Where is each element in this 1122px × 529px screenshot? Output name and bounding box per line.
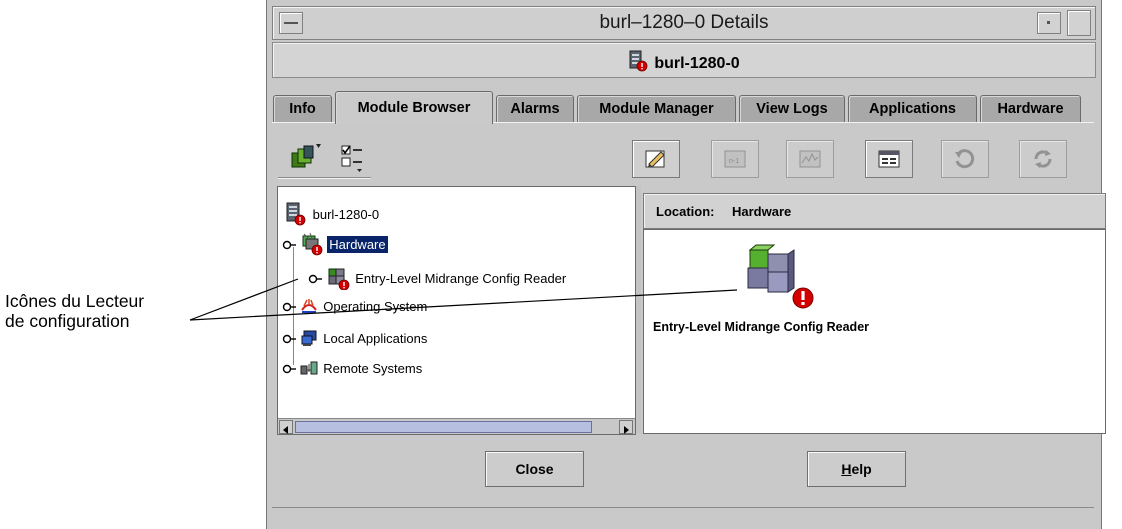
host-name: burl-1280-0: [654, 55, 740, 72]
tree-item-local-applications[interactable]: Local Applications: [282, 329, 429, 351]
edit-button[interactable]: [632, 140, 680, 178]
tree-item-remote-systems[interactable]: Remote Systems: [282, 360, 424, 380]
scroll-right-button[interactable]: [619, 420, 633, 434]
window-icon: [878, 150, 900, 168]
callout-line-1: Icônes du Lecteur: [5, 291, 145, 311]
tab-hardware[interactable]: Hardware: [980, 95, 1081, 123]
table-icon: n-1: [724, 150, 746, 168]
expand-handle-icon[interactable]: [282, 363, 296, 379]
view-options-icon[interactable]: [288, 140, 324, 174]
tree-horizontal-scrollbar[interactable]: [278, 418, 635, 434]
checklist-icon[interactable]: [338, 142, 370, 174]
window-maximize-button[interactable]: [1067, 10, 1091, 36]
tree-item-label: Local Applications: [323, 331, 428, 346]
module-icon: [326, 266, 350, 294]
refresh-button[interactable]: [941, 140, 989, 178]
hardware-icon: [300, 232, 324, 260]
location-label: Location:: [656, 204, 715, 219]
tree-root-label: burl-1280-0: [312, 207, 380, 222]
sync-button[interactable]: [1019, 140, 1067, 178]
tree-root[interactable]: burl-1280-0: [285, 202, 381, 230]
location-bar: Location: Hardware: [643, 193, 1106, 229]
help-button[interactable]: Help: [807, 451, 906, 487]
tree-item-config-reader[interactable]: Entry-Level Midrange Config Reader: [308, 266, 568, 294]
tree-item-label: Operating System: [323, 299, 428, 314]
scroll-left-button[interactable]: [279, 420, 293, 434]
server-icon: [285, 202, 307, 230]
tree-item-operating-system[interactable]: Operating System: [282, 298, 429, 318]
module-tree[interactable]: burl-1280-0 Hardware Entry-Level Midrang…: [277, 186, 636, 435]
expand-handle-icon[interactable]: [282, 301, 296, 317]
window-title: burl–1280–0 Details: [599, 12, 769, 33]
svg-text:n-1: n-1: [729, 158, 739, 165]
tab-info[interactable]: Info: [273, 95, 332, 123]
tree-item-label: Entry-Level Midrange Config Reader: [355, 271, 567, 286]
tab-module-browser[interactable]: Module Browser: [335, 91, 493, 124]
callout-line-2: de configuration: [5, 311, 130, 331]
window-titlebar[interactable]: burl–1280–0 Details: [272, 6, 1096, 40]
graph-icon: [799, 150, 821, 168]
expand-handle-icon[interactable]: [308, 273, 322, 289]
pencil-icon: [645, 150, 665, 168]
tree-item-hardware[interactable]: Hardware: [282, 232, 388, 260]
local-apps-icon: [300, 329, 318, 351]
tree-item-label: Remote Systems: [323, 361, 423, 376]
tab-applications[interactable]: Applications: [848, 95, 977, 123]
pane-splitter[interactable]: [636, 186, 641, 433]
module-label: Entry-Level Midrange Config Reader: [653, 320, 870, 334]
tree-item-label: Hardware: [327, 236, 388, 253]
host-server-icon: [628, 50, 648, 77]
tab-module-manager[interactable]: Module Manager: [577, 95, 736, 123]
host-header: burl-1280-0: [272, 42, 1096, 78]
callout-annotation: Icônes du Lecteur de configuration: [5, 291, 144, 331]
graph-button[interactable]: [786, 140, 834, 178]
close-button[interactable]: Close: [485, 451, 584, 487]
sync-icon: [1034, 150, 1052, 168]
expand-handle-icon[interactable]: [282, 239, 296, 255]
tab-alarms[interactable]: Alarms: [496, 95, 574, 123]
table-view-button[interactable]: n-1: [711, 140, 759, 178]
location-value: Hardware: [732, 204, 792, 219]
remote-systems-icon: [300, 360, 318, 380]
properties-button[interactable]: [865, 140, 913, 178]
window-minimize-button[interactable]: [1037, 12, 1061, 34]
config-reader-large-icon[interactable]: [740, 244, 824, 312]
os-icon: [300, 298, 318, 318]
status-bar: [272, 507, 1094, 524]
tab-view-logs[interactable]: View Logs: [739, 95, 845, 123]
refresh-icon: [955, 149, 975, 169]
scroll-thumb[interactable]: [295, 421, 592, 433]
expand-handle-icon[interactable]: [282, 333, 296, 349]
